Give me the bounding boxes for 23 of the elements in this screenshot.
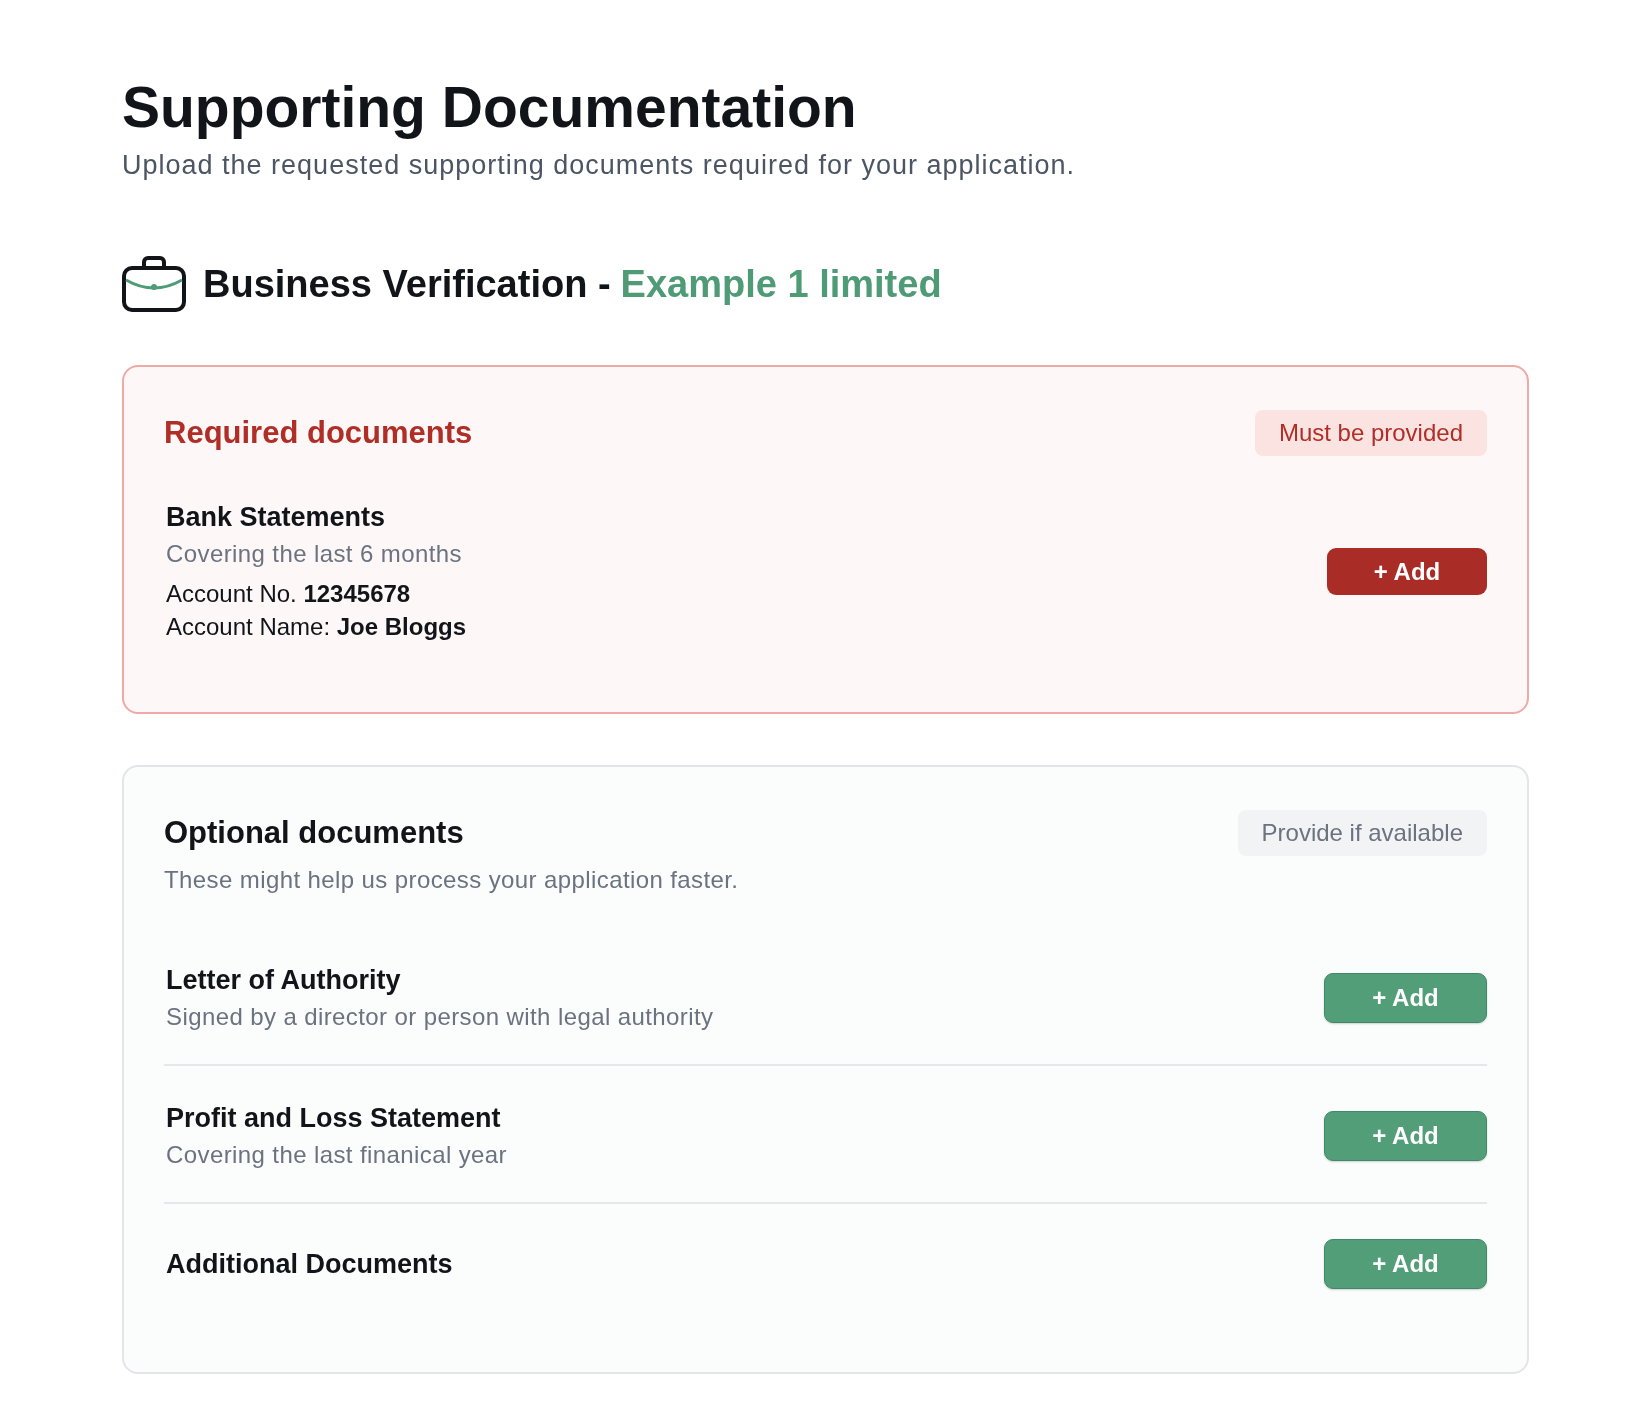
- account-detail: Account No. 12345678: [166, 579, 412, 609]
- card-heading: Optional documents: [164, 814, 464, 852]
- account-detail: Account Name: Joe Bloggs: [166, 612, 467, 642]
- document-description: Signed by a director or person with legal authority: [166, 1002, 714, 1032]
- add-button[interactable]: + Add: [1324, 973, 1487, 1023]
- page-title: Supporting Documentation: [122, 75, 858, 140]
- document-description: Covering the last 6 months: [166, 539, 463, 569]
- document-name: Additional Documents: [166, 1248, 453, 1281]
- document-name: Letter of Authority: [166, 964, 402, 997]
- section-title: Business Verification -: [203, 261, 611, 307]
- card-heading: Required documents: [164, 414, 473, 452]
- briefcase-icon: [122, 255, 186, 312]
- page-subtitle: Upload the requested supporting documents required for your application.: [122, 149, 1077, 181]
- add-button[interactable]: + Add: [1324, 1111, 1487, 1161]
- status-badge: Must be provided: [1254, 410, 1487, 456]
- document-name: Profit and Loss Statement: [166, 1102, 502, 1135]
- document-description: Covering the last finanical year: [166, 1140, 507, 1170]
- add-button[interactable]: + Add: [1327, 548, 1487, 595]
- document-name: Bank Statements: [166, 501, 387, 534]
- add-button[interactable]: + Add: [1324, 1239, 1487, 1289]
- status-badge: Provide if available: [1237, 810, 1487, 856]
- company-name: Example 1 limited: [620, 261, 942, 307]
- card-description: These might help us process your application faster.: [164, 865, 740, 895]
